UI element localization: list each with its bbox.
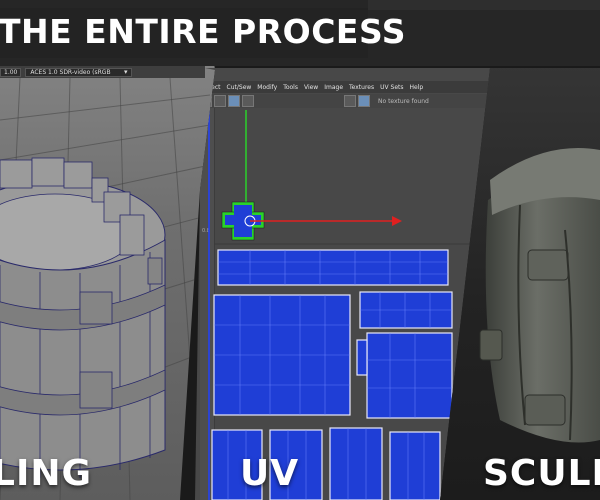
colorspace-dropdown[interactable]: ACES 1.0 SDR-video (sRGB [25,67,132,77]
viewport-toolbar: 1.00 ACES 1.0 SDR-video (sRGB [0,66,205,78]
label-sculpt: SCULPT [483,453,600,494]
label-uv: UV [240,453,300,494]
exposure-value[interactable]: 1.00 [0,67,22,77]
banner-title: THE ENTIRE PROCESS [0,12,407,51]
thumbnail: 1.00 ACES 1.0 SDR-video (sRGB Select Cut… [0,0,600,500]
title-banner: THE ENTIRE PROCESS [0,0,600,66]
label-modeling: LING [0,453,93,494]
app-title-strip [368,0,600,10]
move-manipulator[interactable] [221,201,402,241]
